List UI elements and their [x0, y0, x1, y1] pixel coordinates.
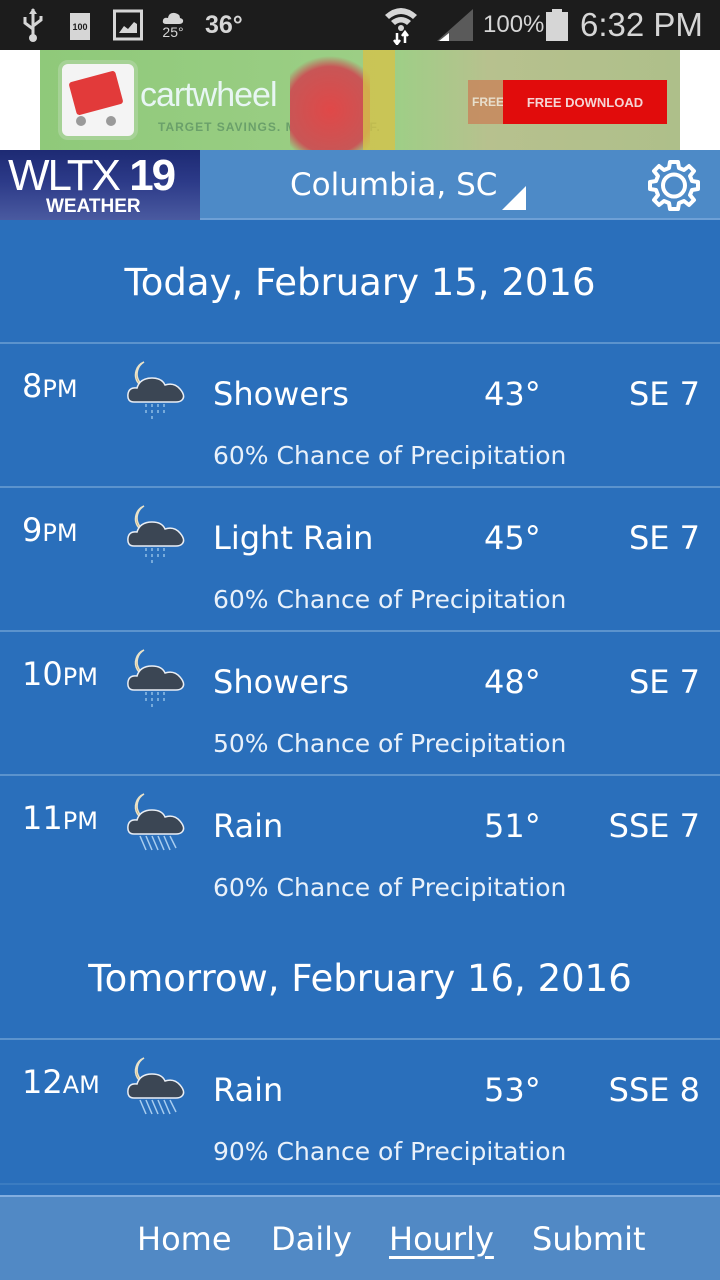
- logo-subtitle: WEATHER: [46, 196, 141, 217]
- hour-value: 8: [22, 367, 43, 405]
- night-showers-icon: [124, 502, 188, 566]
- wind: SSE 7: [608, 807, 700, 845]
- condition-label: Showers: [213, 375, 349, 413]
- condition-label: Rain: [213, 807, 284, 845]
- settings-gear-icon[interactable]: [648, 159, 700, 211]
- location-label: Columbia, SC: [290, 167, 498, 203]
- ad-free-label: FREE: [468, 80, 508, 124]
- logo-channel: 19: [129, 151, 176, 200]
- night-rain-icon: [124, 1054, 188, 1118]
- wifi-icon: [383, 0, 419, 50]
- usb-icon: [22, 0, 44, 50]
- wind: SE 7: [628, 663, 700, 701]
- nav-hourly[interactable]: Hourly: [389, 1219, 494, 1259]
- nav-home[interactable]: Home: [137, 1219, 232, 1259]
- hourly-row[interactable]: 11PM Rain 51° SSE 7 60% Chance of Precipitat…: [0, 774, 720, 918]
- ad-download-button[interactable]: FREE DOWNLOAD: [503, 80, 667, 124]
- ad-brand: cartwheel: [140, 76, 278, 114]
- precip-chance: 60% Chance of Precipitation: [213, 873, 567, 902]
- hour-value: 9: [22, 511, 43, 549]
- dropdown-caret-icon[interactable]: [502, 186, 526, 210]
- night-rain-icon: [124, 790, 188, 854]
- hourly-row[interactable]: 8PM Showers 43° SE 7 60% Chance of Precipita…: [0, 342, 720, 486]
- hour-value: 11: [22, 799, 63, 837]
- precip-chance: 60% Chance of Precipitation: [213, 441, 567, 470]
- battery-100-icon: 100: [70, 0, 90, 50]
- battery-icon: [546, 0, 568, 50]
- bottom-nav: Home Daily Hourly Submit: [0, 1195, 720, 1280]
- hour-ampm: PM: [62, 663, 98, 691]
- wind: SE 7: [628, 375, 700, 413]
- day-header-tomorrow: Tomorrow, February 16, 2016: [88, 956, 632, 1000]
- temperature: 48°: [484, 663, 541, 701]
- hourly-row[interactable]: 12AM Rain 53° SSE 8 90% Chance of Precipitat…: [0, 1038, 720, 1182]
- precip-chance: 50% Chance of Precipitation: [213, 729, 567, 758]
- condition-label: Light Rain: [213, 519, 374, 557]
- ad-banner[interactable]: cartwheel TARGET SAVINGS. MOBILE-SELF. F…: [40, 50, 680, 150]
- temperature: 51°: [484, 807, 541, 845]
- hour-ampm: PM: [62, 807, 98, 835]
- temperature: 45°: [484, 519, 541, 557]
- hour-time: 9PM: [22, 510, 78, 553]
- ad-decoration: [363, 50, 395, 150]
- weather-small-temp: 25°: [162, 24, 184, 40]
- hour-ampm: AM: [62, 1071, 100, 1099]
- wind: SSE 8: [608, 1071, 700, 1109]
- hour-value: 10: [22, 655, 63, 693]
- weather-temp: 36°: [205, 10, 243, 39]
- battery-percent: 100%: [483, 11, 545, 38]
- hourly-row[interactable]: 10PM Showers 48° SE 7 50% Chance of Precipit…: [0, 630, 720, 774]
- cartwheel-app-icon: [58, 60, 138, 140]
- night-showers-icon: [124, 646, 188, 710]
- precip-chance: 90% Chance of Precipitation: [213, 1137, 567, 1166]
- nav-submit[interactable]: Submit: [532, 1219, 646, 1259]
- hour-value: 12: [22, 1063, 63, 1101]
- night-showers-icon: [124, 358, 188, 422]
- battery-small-label: 100: [72, 22, 88, 32]
- condition-label: Showers: [213, 663, 349, 701]
- hourly-row[interactable]: 9PM Light Rain 45° SE 7 60% Chance of Precip…: [0, 486, 720, 630]
- signal-icon: [437, 0, 473, 50]
- precip-chance: 60% Chance of Precipitation: [213, 585, 567, 614]
- clock: 6:32 PM: [580, 6, 703, 43]
- ad-banner-area: cartwheel TARGET SAVINGS. MOBILE-SELF. F…: [0, 50, 720, 150]
- hour-time: 8PM: [22, 366, 78, 409]
- gallery-icon: [113, 0, 143, 50]
- temperature: 43°: [484, 375, 541, 413]
- hour-time: 12AM: [22, 1062, 100, 1105]
- weather-cloud-icon: 25°: [162, 0, 184, 50]
- temperature: 53°: [484, 1071, 541, 1109]
- list-bottom-divider: [0, 1183, 720, 1195]
- hour-time: 10PM: [22, 654, 98, 697]
- day-header-today: Today, February 15, 2016: [124, 260, 596, 304]
- nav-daily[interactable]: Daily: [271, 1219, 352, 1259]
- station-logo: WLTX 19 WEATHER: [0, 150, 200, 220]
- condition-label: Rain: [213, 1071, 284, 1109]
- wind: SE 7: [628, 519, 700, 557]
- hour-ampm: PM: [42, 375, 78, 403]
- location-selector[interactable]: Columbia, SC: [290, 150, 497, 220]
- hour-ampm: PM: [42, 519, 78, 547]
- logo-call-sign: WLTX: [8, 151, 121, 200]
- ad-basket-image: [290, 50, 370, 150]
- app-header: WLTX 19 WEATHER Columbia, SC: [0, 150, 720, 220]
- status-bar: 100 25° 36° 100% 6:32 PM: [0, 0, 720, 50]
- hour-time: 11PM: [22, 798, 98, 841]
